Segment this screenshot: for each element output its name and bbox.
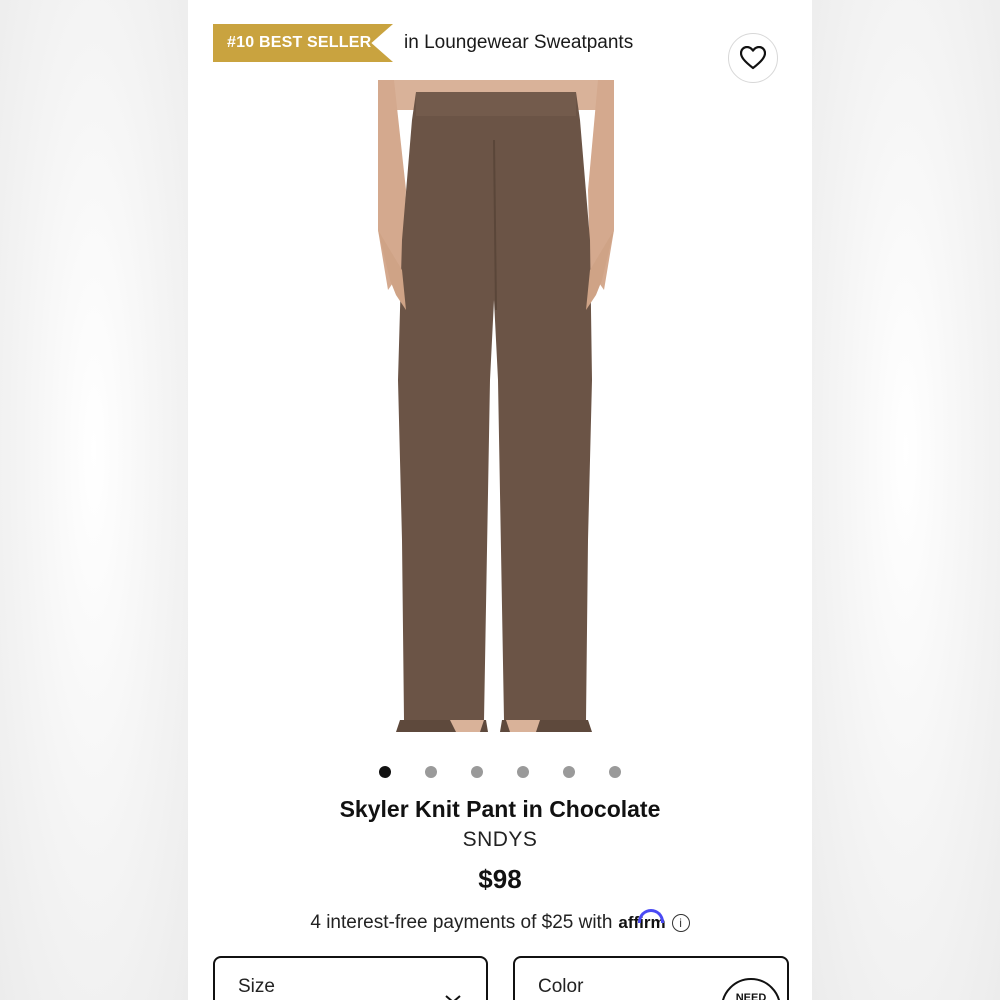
favorite-button[interactable] <box>728 33 778 83</box>
color-select-label: Color <box>538 976 584 997</box>
product-image[interactable] <box>376 80 616 750</box>
carousel-dot[interactable] <box>609 766 621 778</box>
carousel-dot[interactable] <box>517 766 529 778</box>
carousel-dot[interactable] <box>471 766 483 778</box>
bestseller-ribbon: #10 BEST SELLER <box>213 24 393 62</box>
product-card: #10 BEST SELLER in Loungewear Sweatpants <box>188 0 812 1000</box>
bestseller-badge: #10 BEST SELLER in Loungewear Sweatpants <box>213 24 633 62</box>
image-carousel-dots <box>188 766 812 778</box>
size-select-label: Size <box>238 976 275 997</box>
heart-icon <box>740 46 766 70</box>
info-icon[interactable]: i <box>671 914 690 932</box>
chevron-down-icon <box>445 995 461 1000</box>
product-price: $98 <box>478 864 522 894</box>
carousel-dot[interactable] <box>563 766 575 778</box>
financing-info: 4 interest-free payments of $25 with aff… <box>188 909 812 934</box>
need-help-badge[interactable]: NEED <box>721 978 781 1000</box>
carousel-dot[interactable] <box>425 766 437 778</box>
financing-text: 4 interest-free payments of $25 with <box>310 912 613 933</box>
color-select[interactable]: Color NEED <box>513 956 789 1000</box>
background-left <box>0 0 188 1000</box>
bestseller-category: in Loungewear Sweatpants <box>404 32 634 53</box>
size-select[interactable]: Size <box>213 956 488 1000</box>
background-right <box>812 0 1000 1000</box>
affirm-logo: affirm <box>618 909 666 933</box>
product-brand[interactable]: SNDYS <box>188 828 812 852</box>
product-title: Skyler Knit Pant in Chocolate <box>339 796 661 822</box>
carousel-dot[interactable] <box>379 766 391 778</box>
